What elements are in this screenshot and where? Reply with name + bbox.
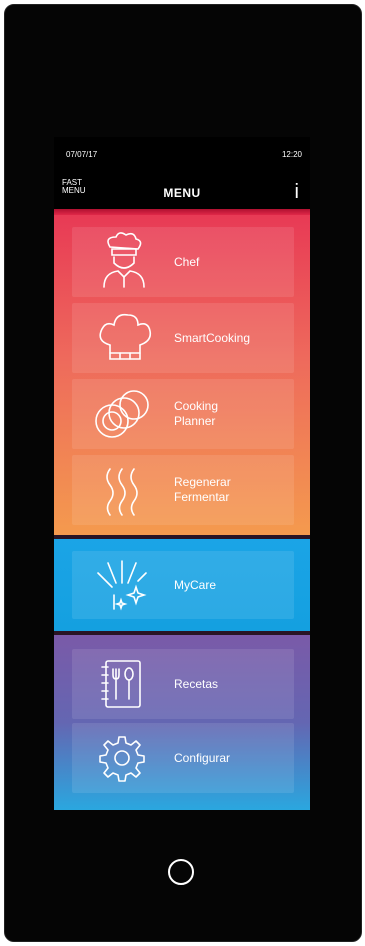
date-display: 07/07/17: [66, 150, 98, 159]
chef-tile[interactable]: Chef: [72, 227, 294, 297]
cooking-planner-label: Cooking Planner: [174, 399, 218, 429]
recipe-book-icon: [101, 660, 141, 708]
sparkle-clean-icon: [97, 560, 147, 611]
configurar-label-line1: Configurar: [174, 751, 231, 765]
regenerar-fermentar-tile[interactable]: Regenerar Fermentar: [72, 455, 294, 525]
steam-icon: [106, 468, 138, 516]
recetas-label: Recetas: [174, 677, 218, 692]
smartcooking-label: SmartCooking: [174, 331, 250, 346]
mycare-label-line1: MyCare: [174, 578, 217, 592]
cooking-planner-label-line2: Planner: [174, 414, 216, 428]
chef-label-line1: Chef: [174, 255, 200, 269]
page-title: MENU: [163, 186, 201, 200]
cooking-group: Chef SmartCooking Cooking Planner Regene…: [54, 215, 310, 535]
cooking-planner-label-line1: Cooking: [174, 399, 219, 413]
header-bar: FAST MENU MENU i: [54, 175, 310, 209]
regenerar-label-line2: Fermentar: [174, 490, 230, 504]
recetas-tile[interactable]: Recetas: [72, 649, 294, 719]
plates-icon: [95, 390, 149, 438]
settings-group: Recetas Configurar: [54, 635, 310, 810]
configurar-tile[interactable]: Configurar: [72, 723, 294, 793]
status-bar: 07/07/17 12:20: [54, 137, 310, 175]
recetas-label-line1: Recetas: [174, 677, 219, 691]
mycare-tile[interactable]: MyCare: [72, 551, 294, 619]
regenerar-fermentar-label: Regenerar Fermentar: [174, 475, 231, 505]
configurar-label: Configurar: [174, 751, 230, 766]
chef-hat-icon: [99, 313, 152, 360]
gear-icon: [99, 736, 145, 782]
info-button[interactable]: i: [295, 181, 299, 204]
time-display: 12:20: [281, 150, 302, 159]
home-button[interactable]: [168, 859, 194, 885]
smartcooking-tile[interactable]: SmartCooking: [72, 303, 294, 373]
smartcooking-label-line1: SmartCooking: [174, 331, 251, 345]
chef-label: Chef: [174, 255, 199, 270]
chef-icon: [103, 232, 145, 288]
regenerar-label-line1: Regenerar: [174, 475, 231, 489]
mycare-label: MyCare: [174, 578, 216, 593]
cooking-planner-tile[interactable]: Cooking Planner: [72, 379, 294, 449]
touch-screen: 07/07/17 12:20 FAST MENU MENU i Chef Sma…: [54, 137, 310, 810]
care-group: MyCare: [54, 539, 310, 631]
